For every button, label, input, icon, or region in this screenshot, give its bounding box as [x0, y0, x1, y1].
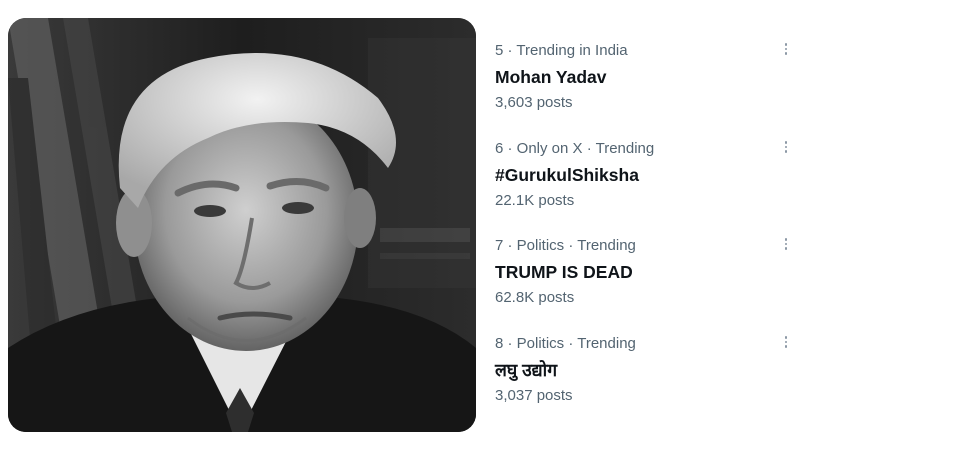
trend-post-count: 62.8K posts	[495, 289, 575, 306]
trend-item[interactable]: 8 · Politics · Trending लघु उद्योग 3,037…	[495, 335, 795, 405]
trend-post-count: 3,037 posts	[495, 387, 573, 404]
trend-topic: #GurukulShiksha	[495, 165, 639, 185]
trend-topic: लघु उद्योग	[495, 360, 558, 380]
trend-item[interactable]: 6 · Only on X · Trending #GurukulShiksha…	[495, 140, 795, 210]
more-options-icon[interactable]	[780, 43, 792, 59]
portrait-photo-image	[8, 18, 476, 432]
trend-meta: 6 · Only on X · Trending	[495, 140, 655, 157]
trend-item[interactable]: 5 · Trending in India Mohan Yadav 3,603 …	[495, 42, 795, 112]
trend-meta: 7 · Politics · Trending	[495, 237, 636, 254]
trend-topic: TRUMP IS DEAD	[495, 262, 633, 282]
trend-post-count: 22.1K posts	[495, 192, 575, 209]
trend-meta: 5 · Trending in India	[495, 42, 628, 59]
more-options-icon[interactable]	[780, 141, 792, 157]
more-options-icon[interactable]	[780, 336, 792, 352]
trend-item[interactable]: 7 · Politics · Trending TRUMP IS DEAD 62…	[495, 237, 795, 307]
trend-post-count: 3,603 posts	[495, 94, 573, 111]
trend-meta: 8 · Politics · Trending	[495, 335, 636, 352]
more-options-icon[interactable]	[780, 238, 792, 254]
trends-list: 5 · Trending in India Mohan Yadav 3,603 …	[495, 0, 805, 450]
trend-topic: Mohan Yadav	[495, 67, 607, 87]
trend-photo[interactable]	[8, 18, 476, 432]
